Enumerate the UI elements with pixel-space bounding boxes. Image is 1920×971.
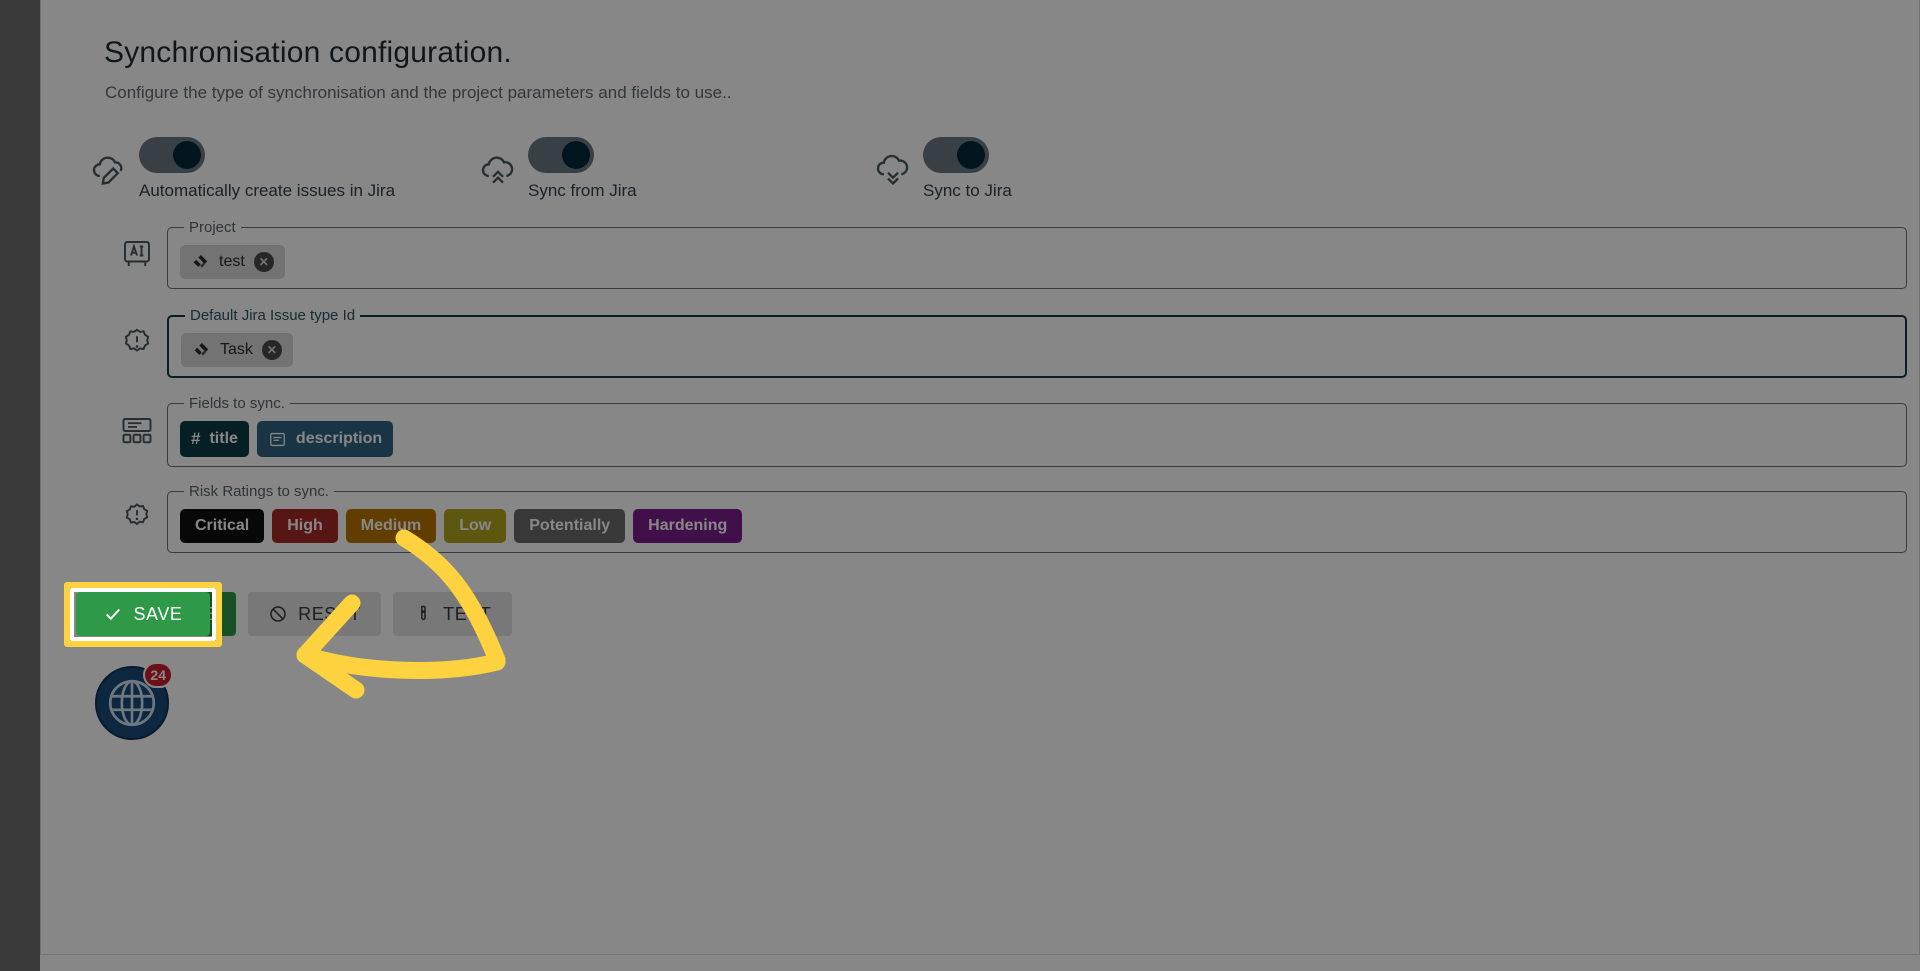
chip-label: description xyxy=(295,430,383,447)
toggle-knob xyxy=(173,141,201,169)
settings-alert-icon xyxy=(119,325,155,361)
chip-risk-high[interactable]: High xyxy=(272,509,338,543)
project-fieldset[interactable]: Project test ✕ xyxy=(167,219,1907,289)
chip-label: title xyxy=(209,430,238,447)
reset-button[interactable]: RESET xyxy=(248,592,382,636)
fields-to-sync-legend: Fields to sync. xyxy=(189,395,285,412)
ruler-measure-icon xyxy=(119,236,155,272)
chip-field-title[interactable]: # title xyxy=(180,421,249,457)
toggle-knob xyxy=(562,141,590,169)
toggle-label-sync-from: Sync from Jira xyxy=(528,181,637,200)
field-risk-ratings: Risk Ratings to sync. Critical High Medi… xyxy=(125,483,1907,553)
action-buttons: SAVE RESET TEST xyxy=(117,592,512,636)
issue-type-fieldset[interactable]: Default Jira Issue type Id Task ✕ xyxy=(167,307,1907,378)
reset-button-label: RESET xyxy=(298,603,362,624)
toggle-label-auto-create: Automatically create issues in Jira xyxy=(139,181,396,200)
chip-issue-type-task[interactable]: Task ✕ xyxy=(181,333,293,367)
jira-icon xyxy=(193,254,208,268)
ban-icon xyxy=(270,606,286,622)
field-fields-to-sync: Fields to sync. # title description xyxy=(122,395,1907,467)
toggle-knob xyxy=(957,141,985,169)
chip-remove-icon[interactable]: ✕ xyxy=(261,340,282,360)
test-button[interactable]: TEST xyxy=(393,592,512,636)
field-issue-type: Default Jira Issue type Id Task ✕ xyxy=(124,307,1907,378)
chip-risk-low[interactable]: Low xyxy=(444,509,507,543)
chip-label: test xyxy=(219,253,245,270)
text-box-icon xyxy=(270,432,285,446)
form-layout-icon xyxy=(119,413,155,449)
alert-badge-icon xyxy=(119,500,155,536)
chip-remove-icon[interactable]: ✕ xyxy=(253,252,274,272)
project-legend: Project xyxy=(189,219,236,236)
hash-icon: # xyxy=(191,429,201,448)
save-button[interactable]: SAVE xyxy=(117,592,237,636)
risk-ratings-fieldset[interactable]: Risk Ratings to sync. Critical High Medi… xyxy=(167,483,1907,553)
toggle-label-sync-to: Sync to Jira xyxy=(923,181,1012,200)
cloud-up-icon xyxy=(478,151,518,191)
issue-type-legend: Default Jira Issue type Id xyxy=(190,307,356,324)
risk-ratings-legend: Risk Ratings to sync. xyxy=(189,483,330,500)
chip-risk-critical[interactable]: Critical xyxy=(180,509,265,543)
screen: Synchronisation configuration. Configure… xyxy=(0,0,1920,971)
page-subtitle: Configure the type of synchronisation an… xyxy=(105,83,732,102)
support-widget[interactable]: 24 xyxy=(95,662,173,740)
toggle-sync-from-jira[interactable] xyxy=(528,137,594,173)
sync-configuration-card: Synchronisation configuration. Configure… xyxy=(40,0,1920,955)
fields-to-sync-fieldset[interactable]: Fields to sync. # title description xyxy=(167,395,1907,467)
toggle-row: Automatically create issues in Jira Sync… xyxy=(41,137,1919,209)
chip-risk-medium[interactable]: Medium xyxy=(345,509,437,543)
check-icon xyxy=(140,608,154,621)
jira-icon xyxy=(194,342,209,356)
field-project: Project test ✕ xyxy=(124,219,1907,289)
test-button-label: TEST xyxy=(443,603,492,624)
chip-project-test[interactable]: test ✕ xyxy=(180,245,285,279)
test-tube-icon xyxy=(421,605,426,621)
toggle-auto-create[interactable] xyxy=(139,137,205,173)
cloud-pencil-icon xyxy=(89,151,129,191)
chip-risk-potentially[interactable]: Potentially xyxy=(514,509,626,543)
chip-field-description[interactable]: description xyxy=(256,421,394,457)
toggle-sync-to-jira[interactable] xyxy=(923,137,989,173)
page-content: Synchronisation configuration. Configure… xyxy=(0,0,1920,971)
save-button-label: SAVE xyxy=(167,603,217,624)
notification-count: 24 xyxy=(143,662,173,688)
left-strip xyxy=(0,0,40,971)
chip-risk-hardening[interactable]: Hardening xyxy=(633,509,743,543)
cloud-down-icon xyxy=(873,151,913,191)
chip-label: Task xyxy=(220,341,253,358)
page-title: Synchronisation configuration. xyxy=(104,36,512,69)
